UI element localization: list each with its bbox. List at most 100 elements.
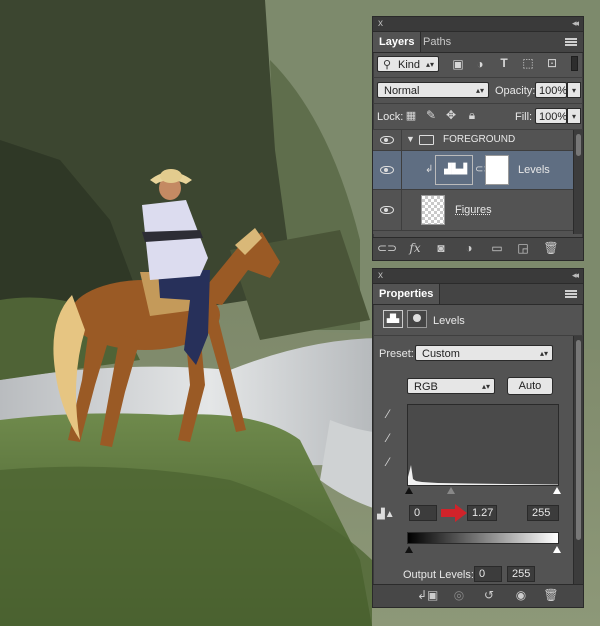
chevron-updown-icon: ▴▾ bbox=[425, 60, 434, 69]
new-adjustment-icon[interactable]: ◑ bbox=[459, 241, 479, 255]
chevron-updown-icon: ▴▾ bbox=[475, 86, 484, 95]
layers-tab-bar: Layers Paths bbox=[373, 32, 583, 53]
disclosure-triangle-icon[interactable]: ▼ bbox=[406, 134, 415, 144]
blend-mode-value: Normal bbox=[384, 85, 420, 97]
lock-position-icon[interactable]: ✥ bbox=[445, 108, 457, 122]
panel-menu-icon[interactable] bbox=[565, 290, 577, 298]
white-eyedropper-icon[interactable]: ⁄ bbox=[381, 455, 395, 469]
properties-panel: x ◂◂ Properties ▟▙ Levels Preset: Custom… bbox=[372, 268, 584, 608]
filter-kind-label: Kind bbox=[398, 59, 421, 71]
clip-to-layer-icon[interactable]: ↲▣ bbox=[417, 588, 438, 602]
add-mask-icon[interactable]: ◙ bbox=[431, 241, 451, 255]
fill-label: Fill: bbox=[515, 111, 533, 123]
white-point-handle[interactable] bbox=[553, 487, 561, 494]
collapse-panel-button[interactable]: ◂◂ bbox=[572, 18, 579, 29]
blend-mode-dropdown[interactable]: Normal ▴▾ bbox=[377, 82, 489, 98]
trash-icon[interactable]: 🗑︎ bbox=[541, 241, 561, 255]
lock-transparency-icon[interactable]: ▦ bbox=[405, 109, 417, 122]
filter-shape-icon[interactable]: ⬚ bbox=[521, 56, 535, 70]
histogram-display bbox=[407, 404, 559, 486]
input-levels-slider[interactable] bbox=[405, 487, 561, 497]
layer-name: FOREGROUND bbox=[443, 134, 516, 145]
preset-dropdown[interactable]: Custom ▴▾ bbox=[415, 345, 553, 361]
properties-tab-bar: Properties bbox=[373, 284, 583, 305]
black-eyedropper-icon[interactable]: ⁄ bbox=[381, 407, 395, 421]
red-arrow-annotation bbox=[441, 504, 467, 522]
output-gradient-bar bbox=[407, 532, 559, 544]
layer-row-foreground[interactable]: ▼ FOREGROUND bbox=[373, 130, 583, 151]
output-levels-label: Output Levels: bbox=[403, 569, 474, 581]
filter-toggle-switch[interactable] bbox=[571, 56, 578, 71]
fill-input[interactable]: 100% bbox=[535, 108, 567, 124]
output-black-handle[interactable] bbox=[405, 546, 413, 553]
lock-all-icon[interactable]: 🔒︎ bbox=[466, 108, 478, 123]
black-point-handle[interactable] bbox=[405, 487, 413, 494]
tab-properties[interactable]: Properties bbox=[373, 284, 441, 304]
tab-paths[interactable]: Paths bbox=[417, 32, 457, 52]
layer-row-levels[interactable]: ↲ ▟▙▟ ⊂⊃ Levels bbox=[373, 151, 583, 190]
layer-list-scrollbar[interactable] bbox=[573, 130, 583, 234]
close-panel-button[interactable]: x bbox=[378, 270, 383, 281]
visibility-toggle[interactable] bbox=[373, 151, 402, 189]
opacity-slider-toggle[interactable]: ▾ bbox=[567, 82, 581, 98]
gray-eyedropper-icon[interactable]: ⁄ bbox=[381, 431, 395, 445]
lock-brush-icon[interactable]: ✎ bbox=[425, 108, 437, 122]
adjustment-histogram-icon[interactable]: ▟▙ bbox=[383, 310, 403, 328]
filter-smart-object-icon[interactable]: ⊡ bbox=[545, 56, 559, 70]
scrollbar-thumb[interactable] bbox=[576, 340, 581, 540]
layer-mask-thumbnail[interactable] bbox=[485, 155, 509, 185]
layer-row-figures[interactable]: Figures bbox=[373, 190, 583, 231]
fill-slider-toggle[interactable]: ▾ bbox=[567, 108, 581, 124]
input-white-field[interactable]: 255 bbox=[527, 505, 559, 521]
panel-menu-icon[interactable] bbox=[565, 38, 577, 46]
new-layer-icon[interactable]: ◲ bbox=[513, 241, 533, 255]
adjustment-title: Levels bbox=[433, 315, 465, 327]
gamma-handle[interactable] bbox=[447, 487, 455, 494]
search-icon: ⚲ bbox=[383, 59, 392, 71]
layers-footer-toolbar: ⊂⊃ fx ◙ ◑ ▭ ◲ 🗑︎ bbox=[373, 237, 583, 260]
filter-pixel-icon[interactable]: ▣ bbox=[451, 57, 465, 71]
levels-thumbnail[interactable]: ▟▙▟ bbox=[435, 155, 473, 185]
histogram-icon: ▟▙▟ bbox=[444, 164, 468, 175]
tab-layers[interactable]: Layers bbox=[373, 32, 422, 52]
output-white-field[interactable]: 255 bbox=[507, 566, 535, 582]
output-white-handle[interactable] bbox=[553, 546, 561, 553]
input-gamma-field[interactable]: 1.27 bbox=[467, 505, 497, 521]
new-group-folder-icon[interactable]: ▭ bbox=[487, 241, 507, 255]
trash-icon[interactable]: 🗑︎ bbox=[541, 588, 561, 602]
panel-title-bar[interactable]: x ◂◂ bbox=[373, 269, 583, 284]
input-black-field[interactable]: 0 bbox=[409, 505, 437, 521]
visibility-toggle[interactable] bbox=[373, 190, 402, 230]
eye-icon[interactable]: ◉ bbox=[511, 588, 531, 602]
filter-kind-dropdown[interactable]: ⚲ Kind ▴▾ bbox=[377, 56, 439, 72]
channel-value: RGB bbox=[414, 381, 438, 393]
scrollbar-thumb[interactable] bbox=[576, 134, 581, 156]
close-panel-button[interactable]: x bbox=[378, 18, 383, 29]
collapse-panel-button[interactable]: ◂◂ bbox=[572, 270, 579, 281]
layer-filter-row: ⚲ Kind ▴▾ ▣ ◑ T ⬚ ⊡ bbox=[373, 52, 583, 76]
layer-style-fx-icon[interactable]: fx bbox=[405, 241, 425, 255]
blend-mode-row: Normal ▴▾ Opacity: 100% ▾ bbox=[373, 78, 583, 102]
lock-label: Lock: bbox=[377, 111, 404, 123]
filter-adjustment-icon[interactable]: ◑ bbox=[473, 57, 487, 71]
visibility-toggle[interactable] bbox=[373, 130, 402, 150]
mask-icon[interactable] bbox=[407, 310, 427, 328]
filter-type-icon[interactable]: T bbox=[497, 56, 511, 70]
reset-icon[interactable]: ↺ bbox=[479, 588, 499, 602]
output-black-field[interactable]: 0 bbox=[474, 566, 502, 582]
preset-label: Preset: bbox=[379, 348, 414, 360]
properties-footer-toolbar: ↲▣ ◎ ↺ ◉ 🗑︎ bbox=[373, 584, 583, 607]
panel-title-bar[interactable]: x ◂◂ bbox=[373, 17, 583, 32]
output-levels-slider[interactable] bbox=[405, 546, 561, 556]
eye-icon bbox=[380, 136, 394, 144]
channel-dropdown[interactable]: RGB ▴▾ bbox=[407, 378, 495, 394]
threshold-icon[interactable]: ▟▲ bbox=[377, 509, 395, 520]
chevron-updown-icon: ▴▾ bbox=[481, 382, 490, 391]
view-previous-state-icon[interactable]: ◎ bbox=[449, 588, 469, 602]
layer-thumbnail[interactable] bbox=[421, 195, 445, 225]
folder-icon bbox=[419, 135, 434, 145]
properties-scrollbar[interactable] bbox=[573, 336, 583, 584]
link-layers-icon[interactable]: ⊂⊃ bbox=[377, 241, 397, 255]
opacity-input[interactable]: 100% bbox=[535, 82, 567, 98]
auto-button[interactable]: Auto bbox=[507, 377, 553, 395]
